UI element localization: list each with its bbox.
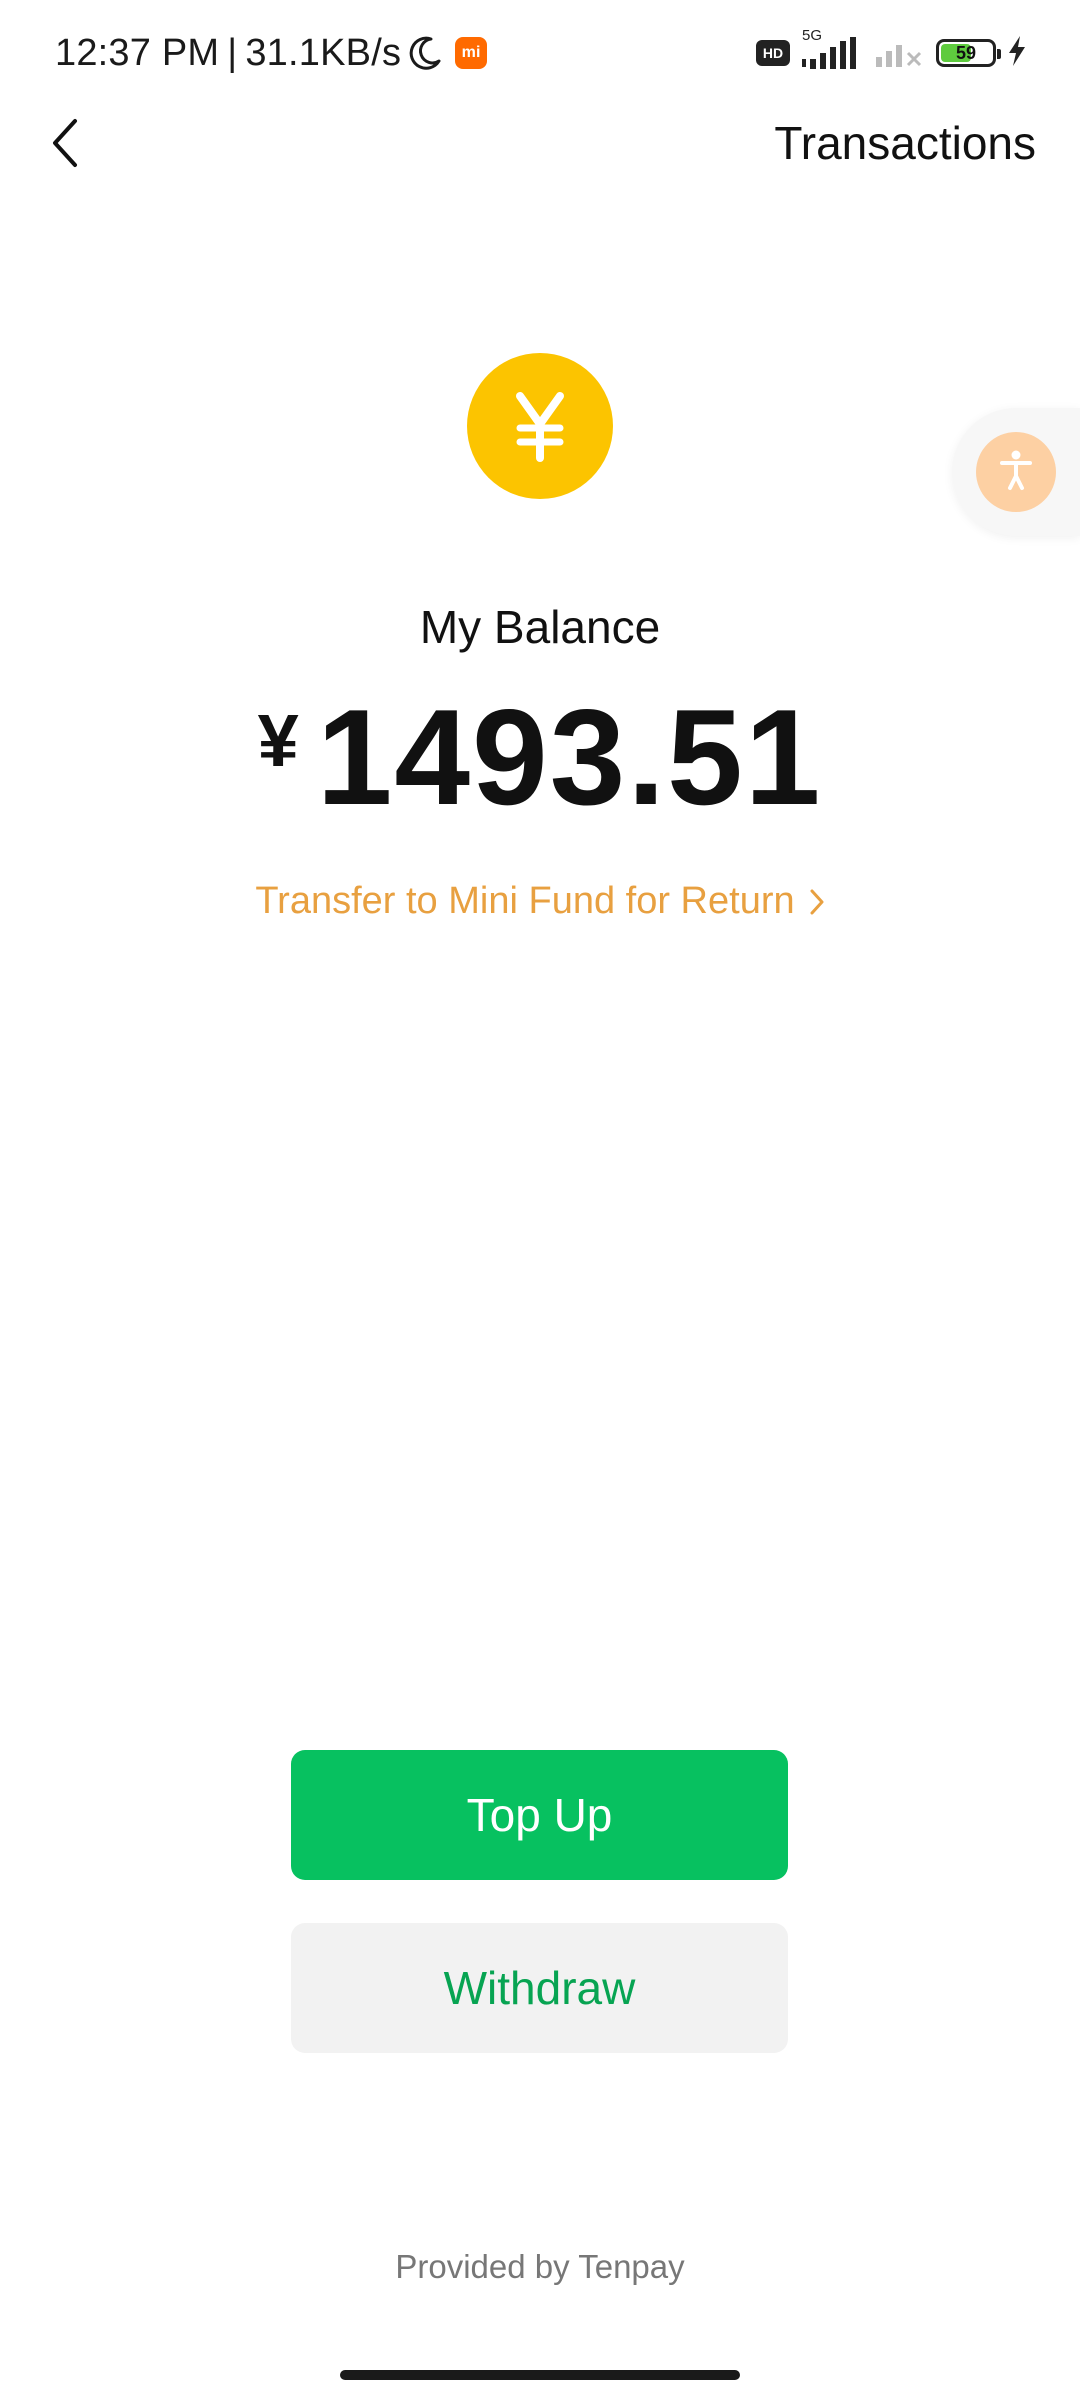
balance-coin-icon (467, 353, 613, 499)
signal-weak-icon (874, 31, 926, 76)
signal-5g-icon: 5G (800, 27, 864, 73)
hd-icon: HD (756, 40, 790, 66)
chevron-left-icon (45, 115, 85, 176)
status-bar: 12:37 PM | 31.1KB/s mi HD 5G 59 (0, 0, 1080, 104)
home-indicator[interactable] (340, 2370, 740, 2380)
transactions-link[interactable]: Transactions (774, 116, 1036, 170)
status-time: 12:37 PM (55, 31, 220, 74)
chevron-right-icon (809, 888, 825, 916)
status-left: 12:37 PM | 31.1KB/s mi (55, 28, 488, 78)
provider-footer: Provided by Tenpay (395, 2248, 685, 2285)
battery-level: 59 (955, 42, 977, 63)
battery-nub (997, 49, 1001, 59)
currency-symbol: ¥ (257, 699, 299, 782)
charging-icon (1006, 34, 1028, 73)
back-button[interactable] (30, 110, 100, 180)
status-right: HD 5G 59 (756, 27, 1028, 78)
mini-fund-link-label: Transfer to Mini Fund for Return (255, 880, 795, 922)
moon-icon (407, 35, 443, 71)
accessibility-button[interactable] (976, 432, 1056, 512)
balance-value: 1493.51 (316, 681, 823, 833)
mini-fund-link[interactable]: Transfer to Mini Fund for Return (0, 880, 1080, 923)
balance-label: My Balance (419, 601, 661, 653)
mi-app-icon: mi (455, 37, 488, 69)
battery-icon: 59 (936, 39, 1001, 67)
top-up-button[interactable]: Top Up (291, 1750, 788, 1880)
balance-amount: ¥ 1493.51 (0, 682, 1080, 832)
floating-tab (952, 408, 1080, 536)
accessibility-icon (996, 448, 1036, 497)
network-speed: 31.1KB/s (245, 31, 402, 74)
withdraw-button[interactable]: Withdraw (291, 1923, 788, 2053)
status-separator: | (227, 31, 238, 74)
